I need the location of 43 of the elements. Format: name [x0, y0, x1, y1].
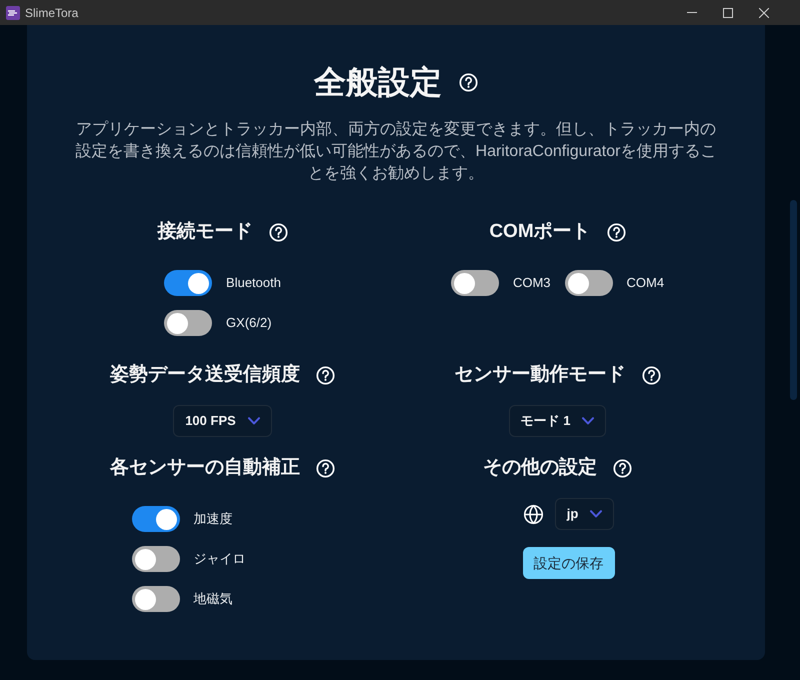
toggle-label: 地磁気 — [194, 590, 232, 608]
toggle-label: COM3 — [512, 274, 550, 292]
toggle-label: COM4 — [626, 274, 664, 292]
globe-icon — [522, 504, 544, 524]
chevron-down-icon — [590, 510, 602, 518]
help-icon[interactable] — [316, 366, 335, 384]
section-heading: その他の設定 — [483, 456, 597, 480]
toggle-switch[interactable] — [564, 270, 612, 296]
dropdown[interactable]: モード 1 — [508, 405, 606, 437]
toggle-switch[interactable] — [132, 546, 180, 572]
close-icon — [759, 8, 769, 18]
save-settings-button[interactable]: 設定の保存 — [522, 547, 614, 579]
toggle-switch[interactable] — [132, 586, 180, 612]
section-heading: センサー動作モード — [454, 363, 626, 387]
toggle-switch[interactable] — [132, 506, 180, 532]
dropdown[interactable]: 100 FPS — [173, 405, 272, 437]
toggle-label: 加速度 — [194, 510, 232, 528]
section-heading: 接続モード — [158, 220, 252, 244]
app-logo-icon — [6, 6, 20, 20]
help-icon[interactable] — [613, 458, 632, 478]
window-title: SlimeTora — [25, 4, 78, 22]
page-description: アプリケーションとトラッカー内部、両方の設定を変更できます。但し、トラッカー内の設定を書き換えるのは信頼性が低い可能性があるので、HaritoraConfiguratorを使用することを強くお勧めします。 — [74, 120, 718, 184]
section-heading: COMポート — [489, 220, 591, 244]
toggle-switch[interactable] — [164, 270, 212, 296]
section-heading: 各センサーの自動補正 — [110, 456, 300, 480]
scrollbar-thumb[interactable] — [790, 200, 797, 400]
maximize-icon — [723, 8, 733, 18]
toggle-switch[interactable] — [164, 310, 212, 336]
toggle-switch[interactable] — [450, 270, 499, 296]
toggle-label: Bluetooth — [226, 274, 281, 292]
help-icon[interactable] — [268, 222, 288, 242]
help-icon[interactable] — [316, 458, 335, 478]
chevron-down-icon — [582, 417, 594, 425]
minimize-icon — [687, 12, 697, 13]
help-icon[interactable] — [459, 72, 478, 92]
dropdown[interactable]: jp — [554, 498, 614, 530]
section-heading: 姿勢データ送受信頻度 — [110, 362, 300, 387]
toggle-label: ジャイロ — [194, 550, 246, 568]
help-icon[interactable] — [642, 366, 660, 384]
help-icon[interactable] — [606, 222, 626, 242]
toggle-label: GX(6/2) — [226, 314, 272, 332]
chevron-down-icon — [248, 417, 260, 425]
page-title: 全般設定 — [314, 63, 442, 101]
